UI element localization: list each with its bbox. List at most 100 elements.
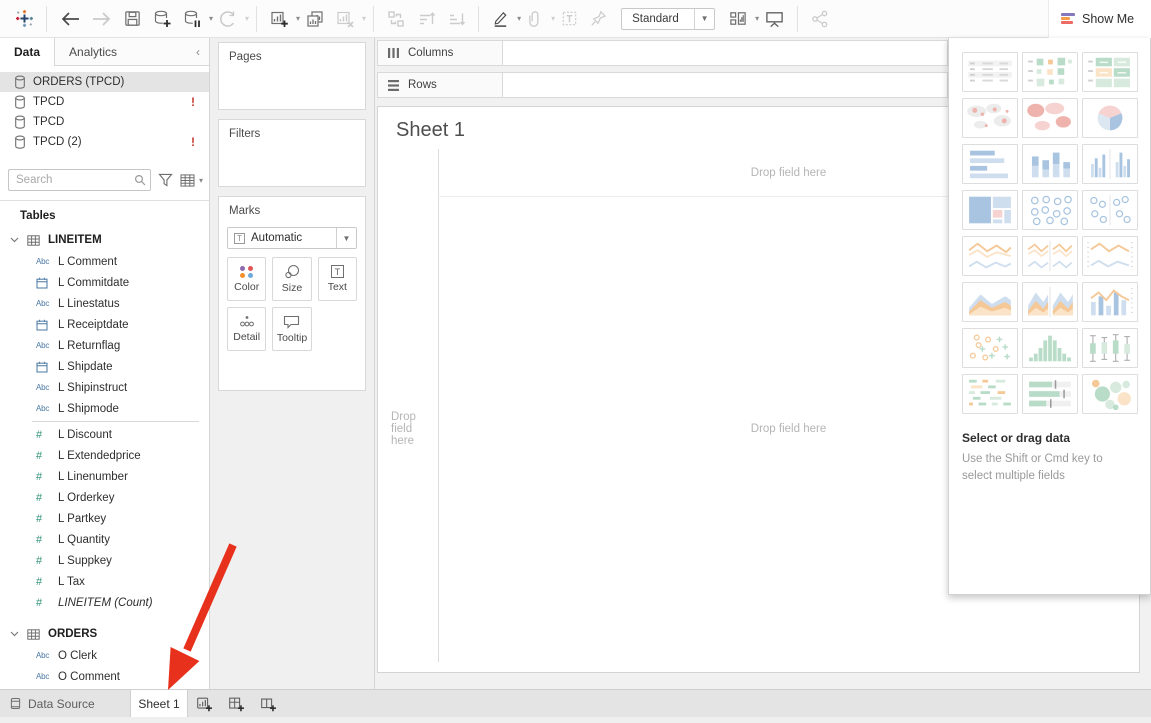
field-item[interactable]: L Commitdate	[0, 272, 209, 293]
field-item[interactable]: AbcL Shipmode	[0, 398, 209, 419]
rows-header-drop-zone[interactable]: Drop field here	[378, 196, 438, 662]
save-button[interactable]	[118, 4, 147, 34]
showme-text-table-icon[interactable]	[962, 52, 1018, 92]
refresh-caret-icon[interactable]: ▾	[245, 14, 249, 23]
fit-selector-caret-icon[interactable]: ▼	[694, 9, 714, 29]
new-data-source-button[interactable]	[147, 4, 177, 34]
showme-pie-chart-icon[interactable]	[1082, 98, 1138, 138]
clear-sheet-caret-icon[interactable]: ▾	[362, 14, 366, 23]
table-group-orders[interactable]: ORDERS	[0, 623, 209, 645]
showme-packed-bubbles-icon[interactable]	[1082, 374, 1138, 414]
tooltip-button[interactable]: Tooltip	[272, 307, 311, 351]
color-button[interactable]: Color	[227, 257, 266, 301]
mark-type-dropdown[interactable]: T Automatic ▼	[227, 227, 357, 249]
field-item[interactable]: L Receiptdate	[0, 314, 209, 335]
show-me-button[interactable]: Show Me	[1048, 0, 1151, 38]
field-item[interactable]: AbcO Clerk	[0, 645, 209, 666]
field-item[interactable]: #L Partkey	[0, 508, 209, 529]
data-source-item[interactable]: TPCD!	[0, 92, 209, 112]
detail-button[interactable]: Detail	[227, 307, 266, 351]
field-item[interactable]: #L Suppkey	[0, 550, 209, 571]
view-options-icon[interactable]	[180, 174, 195, 187]
text-button[interactable]: T Text	[318, 257, 357, 301]
view-options-caret-icon[interactable]: ▾	[199, 176, 203, 185]
sort-descending-button[interactable]	[441, 4, 471, 34]
field-item[interactable]: AbcO Comment	[0, 666, 209, 687]
new-dashboard-tab-button[interactable]	[220, 690, 252, 717]
collapse-group-icon[interactable]	[10, 237, 19, 243]
showme-circle-views-icon[interactable]	[1022, 190, 1078, 230]
showme-horizontal-bars-icon[interactable]	[962, 144, 1018, 184]
showme-area-discrete-icon[interactable]	[1022, 282, 1078, 322]
field-item[interactable]: #L Discount	[0, 424, 209, 445]
field-item[interactable]: #L Linenumber	[0, 466, 209, 487]
group-members-button[interactable]	[521, 4, 549, 34]
showme-lines-continuous-icon[interactable]	[962, 236, 1018, 276]
columns-drop-area[interactable]	[503, 41, 947, 65]
new-story-tab-button[interactable]	[252, 690, 284, 717]
field-item[interactable]: #L Quantity	[0, 529, 209, 550]
pause-auto-updates-button[interactable]	[177, 4, 207, 34]
data-source-item[interactable]: TPCD (2)!	[0, 132, 209, 152]
pages-shelf[interactable]: Pages	[218, 42, 366, 110]
show-hide-cards-button[interactable]	[723, 4, 753, 34]
showme-side-by-side-circles-icon[interactable]	[1082, 190, 1138, 230]
field-item[interactable]: #L Orderkey	[0, 487, 209, 508]
show-mark-labels-button[interactable]	[555, 4, 584, 34]
search-input[interactable]	[8, 169, 151, 191]
share-button[interactable]	[805, 4, 835, 34]
mark-type-caret-icon[interactable]: ▼	[336, 228, 356, 248]
filter-fields-icon[interactable]	[158, 173, 173, 187]
duplicate-sheet-button[interactable]	[300, 4, 330, 34]
showme-gantt-icon[interactable]	[962, 374, 1018, 414]
showme-dual-lines-icon[interactable]	[1082, 236, 1138, 276]
showme-bullet-graph-icon[interactable]	[1022, 374, 1078, 414]
columns-shelf[interactable]: Columns	[377, 40, 948, 66]
showme-highlight-table-icon[interactable]	[1082, 52, 1138, 92]
field-item[interactable]: #LINEITEM (Count)	[0, 592, 209, 613]
field-item[interactable]: #L Extendedprice	[0, 445, 209, 466]
showme-histogram-icon[interactable]	[1022, 328, 1078, 368]
refresh-data-button[interactable]	[213, 4, 243, 34]
showme-dual-combination-icon[interactable]	[1082, 282, 1138, 322]
showme-box-and-whisker-icon[interactable]	[1082, 328, 1138, 368]
new-worksheet-tab-button[interactable]	[188, 690, 220, 717]
size-button[interactable]: Size	[272, 257, 311, 301]
redo-button[interactable]	[86, 4, 118, 34]
sort-ascending-button[interactable]	[411, 4, 441, 34]
showme-filled-map-icon[interactable]	[1022, 98, 1078, 138]
clear-sheet-button[interactable]	[330, 4, 360, 34]
field-item[interactable]: AbcL Returnflag	[0, 335, 209, 356]
field-item[interactable]: AbcL Linestatus	[0, 293, 209, 314]
undo-button[interactable]	[54, 4, 86, 34]
showme-side-by-side-bars-icon[interactable]	[1082, 144, 1138, 184]
showme-symbol-map-icon[interactable]	[962, 98, 1018, 138]
field-item[interactable]: #L Tax	[0, 571, 209, 592]
tab-data[interactable]: Data	[0, 38, 55, 66]
presentation-mode-button[interactable]	[759, 4, 790, 34]
collapse-group-icon[interactable]	[10, 631, 19, 637]
showme-scatter-plot-icon[interactable]	[962, 328, 1018, 368]
collapse-pane-icon[interactable]: ‹	[187, 38, 209, 66]
tab-data-source[interactable]: Data Source	[0, 690, 130, 717]
tab-analytics[interactable]: Analytics	[55, 38, 187, 66]
data-source-item[interactable]: ORDERS (TPCD)	[0, 72, 209, 92]
field-item[interactable]: L Shipdate	[0, 356, 209, 377]
showme-stacked-bars-icon[interactable]	[1022, 144, 1078, 184]
table-group-lineitem[interactable]: LINEITEM	[0, 229, 209, 251]
showme-treemap-icon[interactable]	[962, 190, 1018, 230]
tab-sheet-1[interactable]: Sheet 1	[130, 690, 188, 717]
tableau-logo-icon[interactable]	[10, 4, 39, 34]
data-source-item[interactable]: TPCD	[0, 112, 209, 132]
rows-drop-area[interactable]	[503, 73, 947, 97]
highlight-button[interactable]	[486, 4, 515, 34]
fix-axes-pin-icon[interactable]	[584, 4, 613, 34]
field-item[interactable]: AbcL Comment	[0, 251, 209, 272]
field-item[interactable]: AbcL Shipinstruct	[0, 377, 209, 398]
showme-heat-map-icon[interactable]	[1022, 52, 1078, 92]
showme-area-continuous-icon[interactable]	[962, 282, 1018, 322]
rows-shelf[interactable]: Rows	[377, 72, 948, 98]
swap-rows-columns-button[interactable]	[381, 4, 411, 34]
filters-shelf[interactable]: Filters	[218, 119, 366, 187]
new-worksheet-button[interactable]	[264, 4, 294, 34]
